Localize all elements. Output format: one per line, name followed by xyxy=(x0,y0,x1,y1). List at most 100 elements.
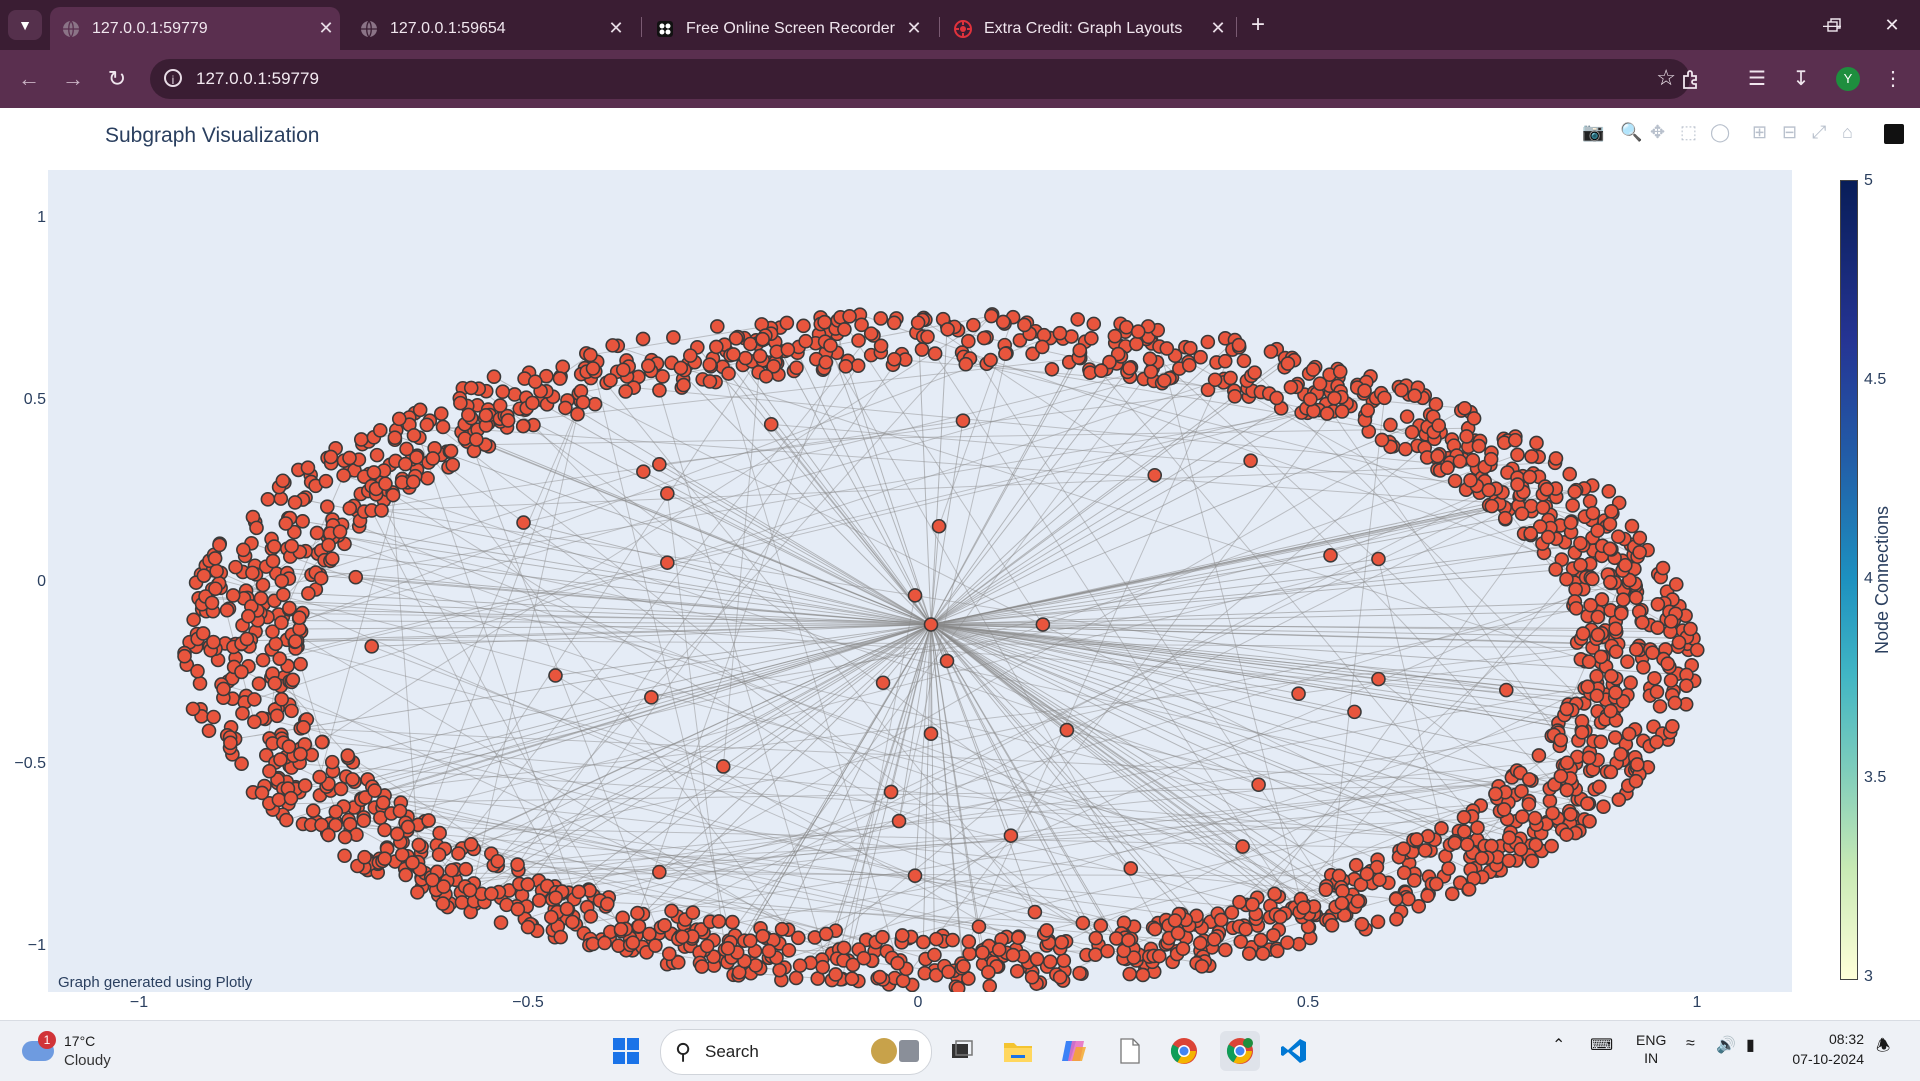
graph-node[interactable] xyxy=(1647,670,1662,686)
graph-node[interactable] xyxy=(486,369,502,385)
graph-node[interactable] xyxy=(325,551,340,567)
graph-node[interactable] xyxy=(673,360,689,376)
graph-node[interactable] xyxy=(313,570,329,586)
graph-node[interactable] xyxy=(571,884,587,900)
graph-node[interactable] xyxy=(279,812,294,828)
graph-node[interactable] xyxy=(982,978,998,992)
graph-node[interactable] xyxy=(1447,473,1463,489)
graph-node[interactable] xyxy=(321,827,336,843)
graph-node[interactable] xyxy=(920,329,935,345)
close-tab-icon[interactable]: ✕ xyxy=(602,18,630,39)
graph-node[interactable] xyxy=(728,331,744,346)
graph-node[interactable] xyxy=(1459,837,1475,852)
graph-node[interactable] xyxy=(1573,557,1588,573)
windows-start-icon[interactable] xyxy=(606,1031,646,1071)
graph-node[interactable] xyxy=(1507,432,1523,448)
graph-node[interactable] xyxy=(781,942,797,958)
graph-node[interactable] xyxy=(1323,548,1338,563)
graph-node[interactable] xyxy=(981,964,996,980)
graph-node[interactable] xyxy=(1360,403,1375,418)
graph-node[interactable] xyxy=(1334,404,1350,419)
graph-node[interactable] xyxy=(815,959,831,975)
graph-node[interactable] xyxy=(1601,484,1617,499)
graph-node[interactable] xyxy=(844,971,860,987)
graph-node[interactable] xyxy=(478,408,494,423)
graph-node[interactable] xyxy=(392,803,408,819)
graph-node[interactable] xyxy=(295,513,310,529)
graph-node[interactable] xyxy=(941,964,956,980)
graph-node[interactable] xyxy=(1086,316,1102,332)
graph-node[interactable] xyxy=(1563,515,1579,530)
graph-node[interactable] xyxy=(345,772,360,787)
graph-node[interactable] xyxy=(1521,797,1537,812)
graph-node[interactable] xyxy=(1027,904,1043,920)
graph-node[interactable] xyxy=(828,967,843,982)
graph-node[interactable] xyxy=(1396,841,1411,856)
graph-node[interactable] xyxy=(1565,498,1580,513)
graph-node[interactable] xyxy=(1513,842,1529,857)
document-icon[interactable] xyxy=(1110,1031,1150,1071)
graph-node[interactable] xyxy=(1623,675,1638,690)
graph-node[interactable] xyxy=(1602,541,1618,557)
pan-icon[interactable]: ✥ xyxy=(1650,122,1665,146)
extensions-icon[interactable] xyxy=(1676,64,1706,94)
graph-node[interactable] xyxy=(1524,853,1540,869)
graph-node[interactable] xyxy=(378,476,393,492)
graph-node[interactable] xyxy=(1303,391,1318,407)
lasso-select-icon[interactable]: ◯ xyxy=(1710,122,1730,146)
graph-node[interactable] xyxy=(366,465,382,480)
graph-node[interactable] xyxy=(886,315,902,331)
graph-node[interactable] xyxy=(340,748,356,763)
graph-node[interactable] xyxy=(1005,947,1021,963)
graph-node[interactable] xyxy=(1235,839,1250,854)
graph-node[interactable] xyxy=(1501,830,1517,845)
graph-node[interactable] xyxy=(758,368,774,384)
graph-node[interactable] xyxy=(856,950,872,966)
graph-node[interactable] xyxy=(285,672,301,688)
graph-node[interactable] xyxy=(1388,891,1404,907)
graph-node[interactable] xyxy=(201,723,217,739)
graph-node[interactable] xyxy=(1269,390,1284,406)
site-info-icon[interactable]: i xyxy=(164,69,182,87)
graph-node[interactable] xyxy=(375,795,391,810)
graph-node[interactable] xyxy=(1655,560,1671,576)
graph-node[interactable] xyxy=(660,555,675,570)
graph-node[interactable] xyxy=(177,648,192,664)
close-tab-icon[interactable]: ✕ xyxy=(900,18,928,39)
graph-node[interactable] xyxy=(1318,882,1334,897)
graph-node[interactable] xyxy=(1428,876,1444,892)
graph-node[interactable] xyxy=(1088,930,1104,946)
graph-node[interactable] xyxy=(600,896,615,912)
graph-node[interactable] xyxy=(374,503,389,518)
graph-node[interactable] xyxy=(1312,376,1328,391)
chrome-profile-icon[interactable] xyxy=(1220,1031,1260,1071)
graph-node[interactable] xyxy=(914,342,930,357)
graph-node[interactable] xyxy=(644,690,659,705)
graph-node[interactable] xyxy=(1010,930,1026,945)
graph-node[interactable] xyxy=(293,656,308,672)
graph-node[interactable] xyxy=(1129,336,1144,352)
graph-node[interactable] xyxy=(1447,835,1463,851)
graph-node[interactable] xyxy=(1348,857,1364,873)
graph-node[interactable] xyxy=(875,675,891,691)
graph-node[interactable] xyxy=(1635,615,1650,630)
graph-node[interactable] xyxy=(209,563,224,579)
graph-node[interactable] xyxy=(1531,748,1547,763)
graph-node[interactable] xyxy=(779,315,795,331)
graph-node[interactable] xyxy=(603,373,618,388)
graph-node[interactable] xyxy=(850,358,866,373)
graph-node[interactable] xyxy=(950,981,966,992)
graph-node[interactable] xyxy=(262,763,277,779)
graph-node[interactable] xyxy=(1241,946,1257,961)
graph-node[interactable] xyxy=(391,411,407,427)
graph-node[interactable] xyxy=(342,450,357,466)
graph-node[interactable] xyxy=(1608,621,1623,637)
graph-node[interactable] xyxy=(605,338,620,353)
graph-node[interactable] xyxy=(515,418,531,434)
graph-node[interactable] xyxy=(796,318,811,334)
graph-node[interactable] xyxy=(337,829,353,845)
graph-node[interactable] xyxy=(1401,891,1416,907)
graph-node[interactable] xyxy=(1407,388,1422,404)
graph-node[interactable] xyxy=(1522,469,1538,485)
graph-node[interactable] xyxy=(1243,453,1258,469)
